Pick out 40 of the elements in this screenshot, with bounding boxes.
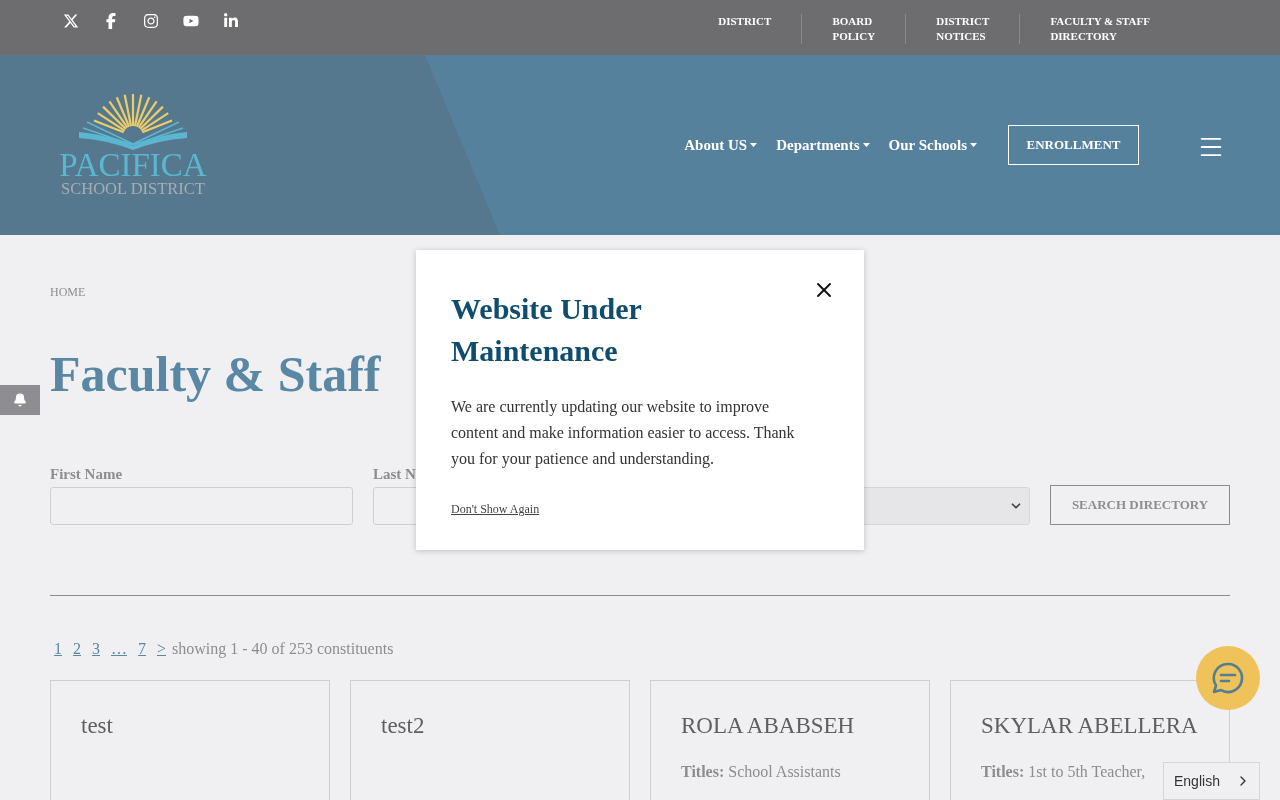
page-title: Faculty & Staff (50, 345, 381, 404)
staff-name: test (81, 713, 114, 739)
logo-name: PACIFICA (59, 150, 207, 180)
page-link[interactable]: 7 (138, 640, 146, 658)
top-nav-link[interactable]: DISTRICT NOTICES (905, 14, 1020, 44)
logo-subtitle: SCHOOL DISTRICT (61, 180, 205, 198)
page-link[interactable]: 3 (92, 640, 100, 658)
nav-menu-item[interactable]: About US (684, 136, 758, 154)
notification-tab[interactable] (0, 385, 40, 415)
staff-titles: Titles: 1st to 5th Teacher, (981, 763, 1147, 781)
dont-show-again-link[interactable]: Don't Show Again (451, 502, 540, 517)
dialog-message: We are currently updating our website to improve content and make information easier to access. Thank you for your patience and understanding. (451, 397, 796, 470)
bell-icon (13, 393, 27, 407)
field-label: First Name (50, 466, 124, 483)
page-link[interactable]: 2 (73, 640, 81, 658)
staff-titles: Titles: School Assistants (681, 763, 842, 781)
staff-name: SKYLAR ABELLERA (981, 713, 1199, 739)
page-link[interactable]: 1 (54, 640, 62, 658)
sunrise-book-icon (77, 92, 189, 152)
field-label: Last N (373, 466, 417, 483)
top-nav-link[interactable]: BOARD POLICY (801, 14, 906, 44)
chat-bubble-icon (1210, 660, 1246, 696)
breadcrumb-link[interactable]: HOME (50, 285, 86, 300)
nav-menu-item[interactable]: Our Schools (888, 136, 977, 154)
x-logo-icon[interactable] (62, 12, 80, 30)
staff-name: ROLA ABABSEH (681, 713, 856, 739)
top-nav-link[interactable]: DISTRICT (718, 14, 802, 29)
language-selector[interactable]: English (1163, 762, 1260, 800)
results-summary: showing 1 - 40 of 253 constituents (172, 640, 394, 658)
page-link[interactable]: … (111, 640, 127, 658)
linkedin-icon[interactable] (222, 12, 240, 30)
staff-name: test2 (381, 713, 426, 739)
top-nav-link[interactable]: FACULTY & STAFF DIRECTORY (1019, 14, 1180, 44)
instagram-icon[interactable] (142, 12, 160, 30)
dialog-title: Website Under Maintenance (451, 291, 643, 369)
page-link[interactable]: > (157, 640, 167, 658)
input-field[interactable] (50, 487, 353, 525)
nav-menu-item[interactable]: Departments (776, 136, 870, 154)
enrollment-button[interactable]: ENROLLMENT (1008, 125, 1139, 165)
search-directory-button[interactable]: SEARCH DIRECTORY (1050, 485, 1230, 525)
